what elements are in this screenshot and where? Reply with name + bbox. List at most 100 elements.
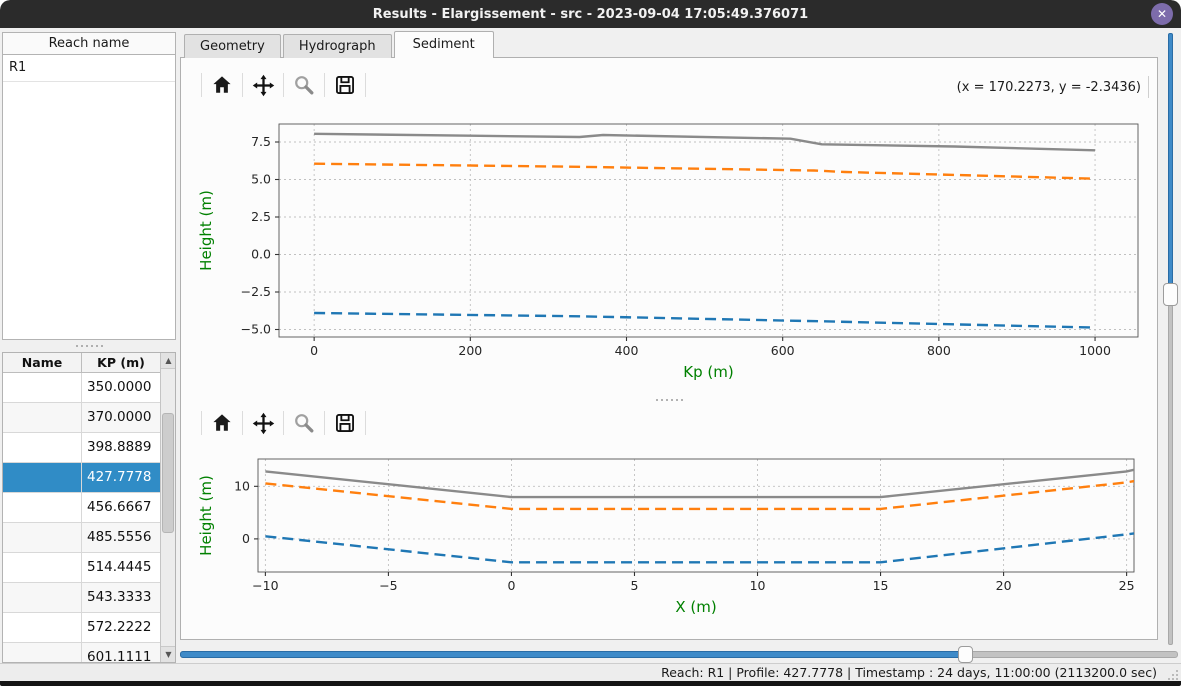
name-cell[interactable] — [3, 463, 82, 492]
tab-hydrograph[interactable]: Hydrograph — [283, 34, 392, 58]
table-row[interactable]: 572.2222 — [3, 613, 175, 643]
table-row[interactable]: 456.6667 — [3, 493, 175, 523]
separator — [201, 73, 202, 97]
tab-sediment[interactable]: Sediment — [394, 31, 494, 58]
name-cell[interactable] — [3, 373, 82, 402]
scroll-down-button[interactable]: ▼ — [161, 646, 176, 662]
x-tick-label: 200 — [458, 343, 482, 358]
separator — [1148, 76, 1149, 98]
kp-cell[interactable]: 427.7778 — [82, 463, 160, 492]
vertical-slider-track-filled — [1168, 33, 1173, 285]
kp-cell[interactable]: 572.2222 — [82, 613, 160, 642]
sidebar-splitter-handle[interactable] — [2, 341, 176, 350]
profile-chart[interactable]: 020040060080010007.55.02.50.0−2.5−5.0Kp … — [184, 110, 1156, 397]
gray-solid-line — [265, 470, 1134, 497]
pan-icon — [252, 412, 275, 435]
magnifier-icon — [293, 412, 315, 434]
table-scrollbar[interactable]: ▲ ▼ — [160, 353, 175, 662]
separator — [242, 411, 243, 435]
kp-cell[interactable]: 543.3333 — [82, 583, 160, 612]
y-axis-label: Height (m) — [197, 190, 215, 271]
table-row[interactable]: 427.7778 — [3, 463, 175, 493]
floppy-icon — [334, 412, 356, 434]
vertical-slider[interactable] — [1163, 33, 1178, 645]
main-panel: (x = 170.2273, y = -2.3436) 020040060080… — [180, 57, 1158, 640]
arrow-up-icon: ▲ — [165, 356, 171, 365]
y-tick-label: 7.5 — [251, 134, 271, 149]
y-tick-label: −2.5 — [241, 284, 271, 299]
x-tick-label: 5 — [631, 578, 639, 593]
reach-list-item[interactable]: R1 — [3, 55, 175, 82]
separator — [365, 411, 366, 435]
tab-geometry[interactable]: Geometry — [184, 34, 281, 58]
x-tick-label: 20 — [996, 578, 1012, 593]
kp-cell[interactable]: 398.8889 — [82, 433, 160, 462]
y-tick-label: −5.0 — [241, 322, 271, 337]
resize-grip[interactable] — [1168, 670, 1178, 680]
scroll-up-button[interactable]: ▲ — [161, 353, 176, 369]
zoom-button[interactable] — [291, 72, 317, 98]
home-button[interactable] — [209, 72, 235, 98]
table-row[interactable]: 601.1111 — [3, 643, 175, 663]
status-bar: Reach: R1 | Profile: 427.7778 | Timestam… — [0, 663, 1181, 681]
name-cell[interactable] — [3, 583, 82, 612]
separator — [283, 411, 284, 435]
x-tick-label: 0 — [310, 343, 318, 358]
save-button[interactable] — [332, 410, 358, 436]
x-tick-label: −5 — [379, 578, 397, 593]
separator — [324, 73, 325, 97]
name-cell[interactable] — [3, 643, 82, 663]
pan-button[interactable] — [250, 410, 276, 436]
home-button[interactable] — [209, 410, 235, 436]
x-axis-label: Kp (m) — [683, 363, 733, 381]
kp-cell[interactable]: 370.0000 — [82, 403, 160, 432]
kp-column-header: KP (m) — [82, 353, 160, 372]
kp-cell[interactable]: 514.4445 — [82, 553, 160, 582]
kp-cell[interactable]: 601.1111 — [82, 643, 160, 663]
pan-button[interactable] — [250, 72, 276, 98]
name-cell[interactable] — [3, 523, 82, 552]
pan-icon — [252, 74, 275, 97]
plot-toolbar-bottom — [201, 406, 366, 440]
magnifier-icon — [293, 74, 315, 96]
name-cell[interactable] — [3, 433, 82, 462]
axes-frame — [279, 124, 1138, 337]
table-row[interactable]: 350.0000 — [3, 373, 175, 403]
close-button[interactable]: ✕ — [1151, 3, 1173, 25]
home-icon — [211, 412, 233, 434]
table-row[interactable]: 514.4445 — [3, 553, 175, 583]
sidebar: Reach name R1 Name KP (m) 350.0000370.00… — [2, 32, 176, 664]
table-row[interactable]: 543.3333 — [3, 583, 175, 613]
reach-name-header: Reach name — [3, 33, 175, 55]
blue-dashed-line — [314, 313, 1095, 328]
cross-section-chart[interactable]: −10−50510152025010X (m)Height (m) — [184, 444, 1156, 640]
status-text: Reach: R1 | Profile: 427.7778 | Timestam… — [661, 665, 1157, 680]
table-row[interactable]: 370.0000 — [3, 403, 175, 433]
zoom-button[interactable] — [291, 410, 317, 436]
save-button[interactable] — [332, 72, 358, 98]
kp-cell[interactable]: 350.0000 — [82, 373, 160, 402]
kp-cell[interactable]: 485.5556 — [82, 523, 160, 552]
time-slider[interactable] — [180, 645, 1178, 663]
results-window: Results - Elargissement - src - 2023-09-… — [0, 0, 1181, 686]
kp-cell[interactable]: 456.6667 — [82, 493, 160, 522]
name-cell[interactable] — [3, 403, 82, 432]
time-slider-thumb[interactable] — [958, 646, 973, 663]
cursor-coordinates: (x = 170.2273, y = -2.3436) — [957, 80, 1141, 95]
name-cell[interactable] — [3, 493, 82, 522]
titlebar: Results - Elargissement - src - 2023-09-… — [0, 0, 1181, 28]
table-row[interactable]: 398.8889 — [3, 433, 175, 463]
orange-dashed-line — [314, 164, 1095, 179]
table-row[interactable]: 485.5556 — [3, 523, 175, 553]
separator — [242, 73, 243, 97]
x-tick-label: 0 — [507, 578, 515, 593]
table-scrollbar-thumb[interactable] — [162, 413, 174, 533]
name-cell[interactable] — [3, 553, 82, 582]
blue-dashed-line — [265, 533, 1134, 562]
vertical-slider-thumb[interactable] — [1163, 283, 1178, 306]
x-tick-label: 600 — [771, 343, 795, 358]
plots-splitter-handle[interactable] — [181, 395, 1157, 404]
name-column-header: Name — [3, 353, 82, 372]
vertical-slider-track — [1168, 305, 1173, 645]
name-cell[interactable] — [3, 613, 82, 642]
